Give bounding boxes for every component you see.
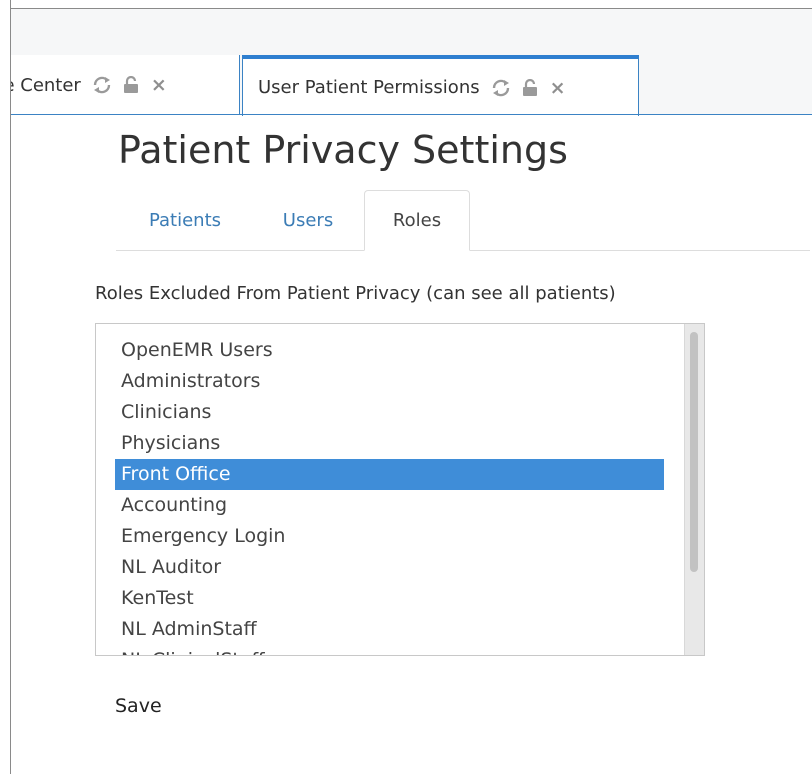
list-item[interactable]: Administrators bbox=[115, 366, 664, 397]
listbox-scrollbar[interactable] bbox=[684, 324, 704, 655]
roles-list: OpenEMR Users Administrators Clinicians … bbox=[115, 335, 664, 655]
tab-users[interactable]: Users bbox=[268, 190, 348, 250]
list-item[interactable]: KenTest bbox=[115, 583, 664, 614]
tab-user-patient-permissions[interactable]: User Patient Permissions × bbox=[242, 55, 639, 116]
list-item[interactable]: Physicians bbox=[115, 428, 664, 459]
list-item[interactable]: Emergency Login bbox=[115, 521, 664, 552]
list-item[interactable]: Accounting bbox=[115, 490, 664, 521]
tab-message-center[interactable]: age Center × bbox=[11, 55, 240, 115]
window-left-border bbox=[10, 0, 11, 774]
tab-label: age Center bbox=[11, 74, 81, 96]
refresh-icon[interactable] bbox=[491, 79, 511, 97]
close-icon[interactable]: × bbox=[550, 77, 566, 99]
nav-tabs: Patients Users Roles bbox=[116, 190, 810, 251]
close-icon[interactable]: × bbox=[151, 74, 167, 96]
list-item[interactable]: NL Auditor bbox=[115, 552, 664, 583]
unlock-icon[interactable] bbox=[123, 76, 139, 94]
refresh-icon[interactable] bbox=[92, 76, 112, 94]
tab-roles[interactable]: Roles bbox=[364, 190, 470, 251]
roles-listbox[interactable]: OpenEMR Users Administrators Clinicians … bbox=[95, 323, 705, 656]
scrollbar-thumb[interactable] bbox=[690, 332, 698, 572]
roles-excluded-label: Roles Excluded From Patient Privacy (can… bbox=[95, 283, 616, 304]
save-button[interactable]: Save bbox=[115, 695, 162, 717]
page-title: Patient Privacy Settings bbox=[118, 128, 568, 172]
tab-bar-underline bbox=[11, 114, 812, 115]
list-item[interactable]: OpenEMR Users bbox=[115, 335, 664, 366]
list-item[interactable]: NL ClinicalStaff bbox=[115, 645, 664, 655]
list-item[interactable]: NL AdminStaff bbox=[115, 614, 664, 645]
list-item-selected[interactable]: Front Office bbox=[115, 459, 664, 490]
tab-patients[interactable]: Patients bbox=[116, 190, 254, 250]
unlock-icon[interactable] bbox=[522, 78, 538, 97]
tab-label: User Patient Permissions bbox=[258, 77, 480, 98]
list-item[interactable]: Clinicians bbox=[115, 397, 664, 428]
